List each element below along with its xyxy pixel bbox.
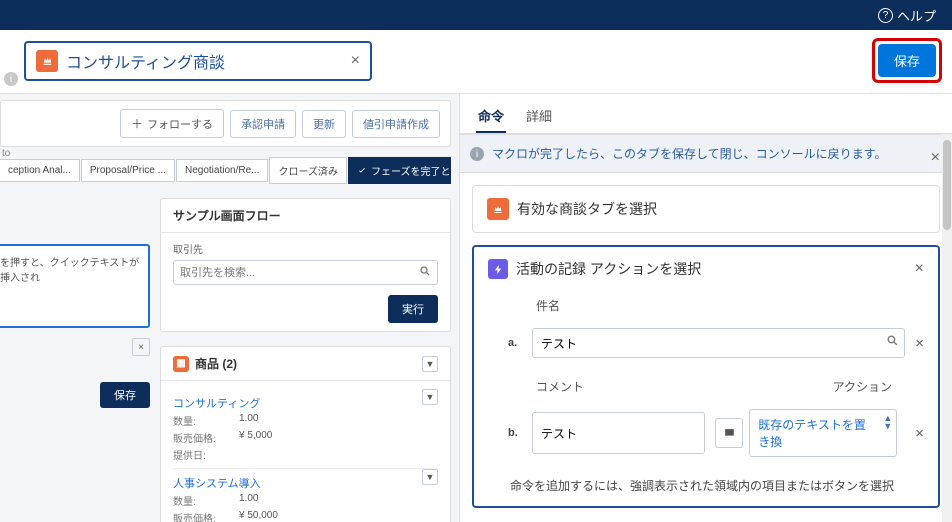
info-text: マクロが完了したら、このタブを保存して閉じ、コンソールに戻ります。 <box>492 147 886 161</box>
stage-item[interactable]: ception Anal... <box>0 159 80 182</box>
product-link[interactable]: 人事システム導入 <box>173 478 261 490</box>
tab-details[interactable]: 詳細 <box>524 100 554 133</box>
action-select-value: 既存のテキストを置き換 <box>758 418 866 449</box>
step-a-row: a. × <box>508 328 924 358</box>
products-panel-title: 商品 (2) <box>195 355 237 372</box>
plus-icon: ＋ <box>131 115 143 132</box>
save-button[interactable]: 保存 <box>878 44 936 77</box>
account-search-field[interactable] <box>180 267 419 279</box>
instruction-card-log-activity: 活動の記録 アクションを選択 × 件名 a. × <box>472 245 940 508</box>
help-link[interactable]: ? ヘルプ <box>878 6 936 25</box>
search-icon <box>419 265 431 280</box>
account-search-input[interactable] <box>173 260 438 285</box>
card-close-button[interactable]: × <box>915 260 924 278</box>
product-link[interactable]: コンサルティング <box>173 398 260 410</box>
action-icon <box>488 259 508 279</box>
step-remove-button[interactable]: × <box>915 335 924 352</box>
select-arrows-icon: ▲▼ <box>883 414 892 430</box>
info-close-button[interactable]: × <box>931 149 940 167</box>
stage-item[interactable]: クローズ済み <box>269 157 347 184</box>
to-label: to <box>2 148 10 159</box>
macro-title-input[interactable]: コンサルティング商談 × <box>24 41 372 81</box>
update-button[interactable]: 更新 <box>302 110 346 138</box>
subject-input[interactable] <box>532 328 905 358</box>
products-menu-button[interactable]: ▼ <box>422 356 438 372</box>
stage-item[interactable]: Proposal/Price ... <box>81 159 175 182</box>
save-highlight-box: 保存 <box>872 38 942 83</box>
step-b-label: b. <box>508 427 522 439</box>
memo-textarea[interactable]: を押すと、クイックテキストが挿入され <box>0 244 150 328</box>
comment-label: コメント <box>536 378 584 395</box>
right-editor-pane: 命令 詳細 i マクロが完了したら、このタブを保存して閉じ、コンソールに戻ります… <box>460 94 952 522</box>
step-remove-button[interactable]: × <box>915 425 924 442</box>
stage-path: ception Anal... Proposal/Price ... Negot… <box>0 157 451 184</box>
follow-button[interactable]: ＋フォローする <box>120 109 224 138</box>
mark-stage-complete-button[interactable]: フェーズを完了としてマーク <box>348 157 451 184</box>
macro-title-text: コンサルティング商談 <box>66 49 343 73</box>
card-title: 有効な商談タブを選択 <box>517 199 657 219</box>
info-icon: i <box>470 147 484 161</box>
insert-icon-button[interactable] <box>715 418 743 448</box>
flow-execute-button[interactable]: 実行 <box>388 295 438 323</box>
action-select[interactable]: 既存のテキストを置き換 ▲▼ <box>749 409 897 457</box>
scrollbar-thumb[interactable] <box>943 140 951 230</box>
header-row: i コンサルティング商談 × 保存 <box>0 30 952 94</box>
flow-panel-title: サンプル画面フロー <box>161 199 450 233</box>
opportunity-icon <box>487 198 509 220</box>
approval-button[interactable]: 承認申請 <box>230 110 296 138</box>
check-icon <box>357 166 367 176</box>
tabs: 命令 詳細 <box>460 94 952 134</box>
instruction-card-select-tab[interactable]: 有効な商談タブを選択 <box>472 185 940 233</box>
product-item: ▼ コンサルティング 数量:1.00 販売価格:¥ 5,000 提供日: <box>173 389 438 469</box>
memo-sidebar: を押すと、クイックテキストが挿入され × 保存 <box>0 244 150 408</box>
product-row-menu[interactable]: ▼ <box>422 469 438 485</box>
memo-save-button[interactable]: 保存 <box>100 382 150 408</box>
step-a-label: a. <box>508 337 522 349</box>
stage-item[interactable]: Negotiation/Re... <box>176 159 269 182</box>
product-item: ▼ 人事システム導入 数量:1.00 販売価格:¥ 50,000 提供日: <box>173 469 438 522</box>
info-banner: i マクロが完了したら、このタブを保存して閉じ、コンソールに戻ります。 × <box>460 134 952 173</box>
subject-label: 件名 <box>536 297 560 314</box>
help-label: ヘルプ <box>897 6 936 25</box>
add-instruction-hint: 命令を追加するには、強調表示された領域内の項目またはボタンを選択 <box>510 477 924 494</box>
card-title: 活動の記録 アクションを選択 <box>516 259 701 279</box>
comment-input[interactable] <box>532 412 705 454</box>
memo-close-button[interactable]: × <box>132 338 150 356</box>
account-field-label: 取引先 <box>173 241 438 256</box>
record-action-bar: ＋フォローする 承認申請 更新 値引申請作成 <box>0 100 451 147</box>
global-topbar: ? ヘルプ <box>0 0 952 30</box>
clear-title-icon[interactable]: × <box>351 52 360 70</box>
product-icon: ▦ <box>173 356 189 372</box>
flow-panel: サンプル画面フロー 取引先 実行 <box>160 198 451 332</box>
quote-create-button[interactable]: 値引申請作成 <box>352 110 440 138</box>
info-dot-icon: i <box>4 72 18 86</box>
lookup-icon[interactable] <box>886 334 899 350</box>
tab-instructions[interactable]: 命令 <box>476 100 506 133</box>
scrollbar[interactable] <box>942 134 952 522</box>
step-b-row: b. 既存のテキストを置き換 ▲▼ × <box>508 409 924 457</box>
products-panel: ▦ 商品 (2) ▼ ▼ コンサルティング 数量:1.00 販売価格:¥ 5,0… <box>160 346 451 522</box>
action-label: アクション <box>833 378 892 395</box>
help-icon: ? <box>878 8 893 23</box>
opportunity-icon <box>36 50 58 72</box>
product-row-menu[interactable]: ▼ <box>422 389 438 405</box>
left-preview-pane: to ＋フォローする 承認申請 更新 値引申請作成 ception Anal..… <box>0 94 460 522</box>
